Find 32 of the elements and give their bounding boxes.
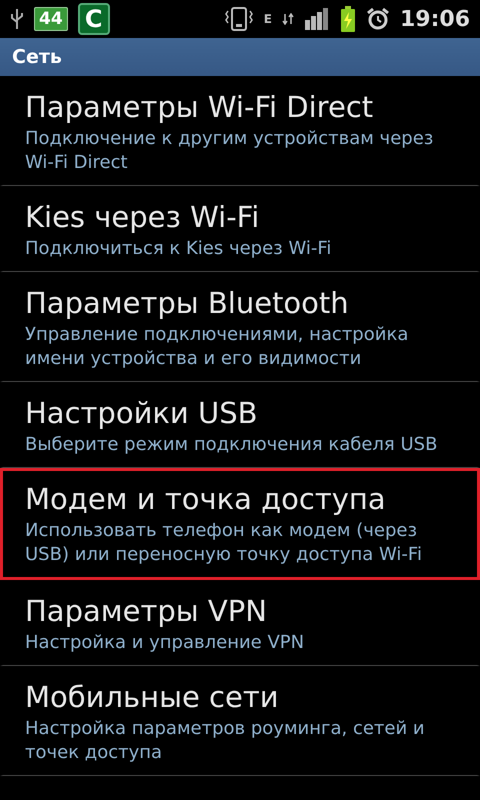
settings-item[interactable]: Настройки USB Выберите режим подключения кабеля USB: [0, 382, 480, 468]
item-title: Параметры Bluetooth: [25, 285, 350, 321]
item-title: Настройки USB: [25, 395, 259, 431]
app-notification-icon: C: [78, 3, 110, 35]
item-description: Использовать телефон как модем (через USB) или переносную точку доступа Wi-Fi: [25, 519, 423, 567]
vibrate-icon: [224, 6, 254, 32]
item-title: Параметры Wi-Fi Direct: [25, 89, 374, 125]
signal-icon: [304, 8, 330, 30]
item-title: Kies через Wi-Fi: [25, 199, 260, 235]
settings-item[interactable]: Параметры Bluetooth Управление подключениями, настройка имени устройства и его видимости: [0, 272, 480, 382]
settings-item[interactable]: Модем и точка доступа Использовать телефон как модем (через USB) или переносную точку доступа Wi-Fi: [0, 468, 480, 580]
clock-time: 19:06: [400, 6, 470, 32]
settings-item[interactable]: Мобильные сети Настройка параметров роуминга, сетей и точек доступа: [0, 666, 480, 776]
network-type-indicator: E: [264, 13, 272, 25]
battery-percentage: 44: [34, 7, 68, 31]
data-arrows-icon: [282, 13, 294, 25]
settings-item[interactable]: Kies через Wi-Fi Подключиться к Kies через Wi-Fi: [0, 186, 480, 272]
settings-item[interactable]: Параметры Wi-Fi Direct Подключение к другим устройствам через Wi-Fi Direct: [0, 76, 480, 186]
item-description: Настройка параметров роуминга, сетей и точек доступа: [25, 717, 426, 765]
item-title: Параметры VPN: [25, 593, 268, 629]
item-description: Настройка и управление VPN: [25, 631, 306, 655]
settings-item[interactable]: Параметры VPN Настройка и управление VPN: [0, 580, 480, 666]
alarm-clock-icon: [366, 7, 390, 31]
item-description: Выберите режим подключения кабеля USB: [25, 433, 438, 457]
item-description: Управление подключениями, настройка имени устройства и его видимости: [25, 323, 410, 371]
item-title: Мобильные сети: [25, 679, 280, 715]
usb-icon: [10, 8, 24, 30]
item-title: Модем и точка доступа: [25, 481, 387, 517]
battery-charging-icon: [340, 6, 356, 32]
item-description: Подключение к другим устройствам через Wi-Fi Direct: [25, 127, 434, 175]
screen-title: Сеть: [0, 38, 480, 76]
item-description: Подключиться к Kies через Wi-Fi: [25, 237, 332, 261]
